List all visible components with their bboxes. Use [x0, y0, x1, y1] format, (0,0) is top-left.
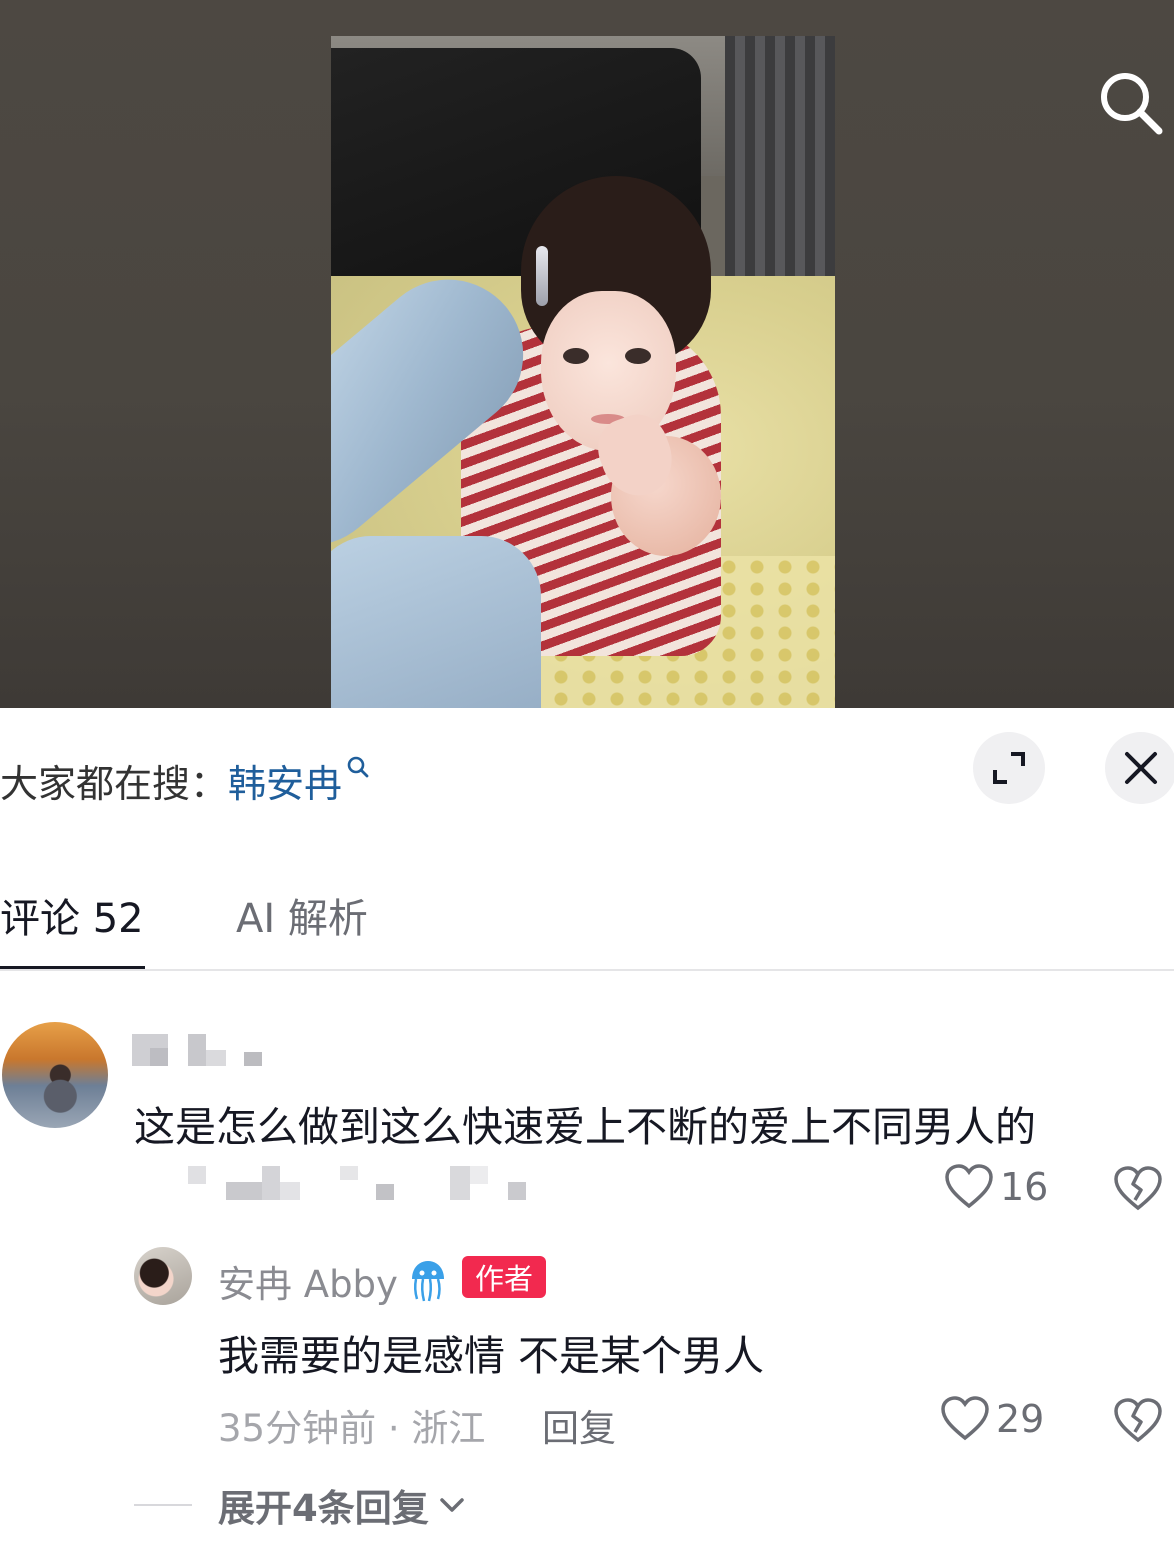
mosaic-block: [206, 1050, 226, 1066]
author-avatar[interactable]: [134, 1247, 192, 1305]
mosaic-block: [226, 1182, 262, 1200]
comment-text: 这是怎么做到这么快速爱上不断的爱上不同男人的: [134, 1103, 1036, 1151]
heart-icon: [941, 1396, 989, 1441]
reply-like-count: 29: [996, 1397, 1045, 1441]
divider: [0, 969, 1174, 971]
post-photo[interactable]: [331, 36, 835, 708]
reply-button[interactable]: 回复: [542, 1398, 616, 1452]
reply-text: 我需要的是感情 不是某个男人: [218, 1332, 765, 1380]
tab-ai-analysis[interactable]: AI 解析: [236, 886, 368, 944]
search-suggestion: 大家都在搜： 韩安冉: [0, 752, 370, 808]
photo-person-eye-right: [625, 348, 651, 364]
media-viewer[interactable]: [0, 0, 1174, 708]
search-icon: [1101, 73, 1163, 135]
photo-person-eye-left: [563, 348, 589, 364]
comment-tabs: 评论 52 AI 解析: [0, 870, 1174, 971]
chevron-down-icon: [440, 1498, 464, 1512]
mosaic-block: [450, 1166, 470, 1200]
mosaic-block: [470, 1166, 488, 1184]
mosaic-block: [150, 1048, 168, 1066]
commenter-avatar[interactable]: [2, 1022, 108, 1128]
mosaic-block: [376, 1184, 394, 1200]
reply-dislike-button[interactable]: [1113, 1398, 1163, 1444]
broken-heart-icon: [1114, 1166, 1162, 1211]
mosaic-block: [340, 1166, 358, 1180]
comment-like-button[interactable]: 16: [944, 1164, 1048, 1210]
jellyfish-icon: [411, 1261, 444, 1302]
close-button[interactable]: [1105, 732, 1174, 804]
mosaic-block: [244, 1052, 262, 1066]
mosaic-block: [188, 1166, 206, 1184]
fullscreen-button[interactable]: [973, 732, 1045, 804]
broken-heart-icon: [1114, 1398, 1162, 1443]
photo-sleeve-lower: [331, 536, 541, 708]
search-button[interactable]: [1096, 68, 1166, 138]
heart-icon: [945, 1164, 993, 1209]
expand-replies-button[interactable]: 展开4条回复: [134, 1478, 465, 1532]
expand-icon: [993, 752, 1025, 784]
close-icon: [1125, 752, 1157, 784]
author-name-row[interactable]: 安冉 Abby: [218, 1254, 448, 1308]
suggestion-keyword-link[interactable]: 韩安冉: [228, 753, 342, 808]
expand-replies-label: 展开4条回复: [218, 1487, 429, 1530]
comment-dislike-button[interactable]: [1113, 1166, 1163, 1212]
mosaic-block: [262, 1166, 280, 1200]
mosaic-block: [188, 1034, 206, 1066]
small-search-icon: [347, 756, 369, 778]
mosaic-block: [508, 1182, 526, 1200]
photo-hair-clip: [536, 246, 548, 306]
comment-like-count: 16: [1000, 1165, 1049, 1209]
reply-like-button[interactable]: 29: [940, 1396, 1044, 1442]
author-name: 安冉 Abby: [218, 1263, 398, 1306]
suggestion-prefix: 大家都在搜：: [0, 761, 229, 806]
reply-meta: 35分钟前 · 浙江: [218, 1407, 486, 1450]
expand-divider-line: [134, 1504, 192, 1506]
tab-comments[interactable]: 评论 52: [0, 886, 144, 944]
mosaic-block: [280, 1182, 300, 1200]
author-badge: 作者: [462, 1256, 546, 1298]
